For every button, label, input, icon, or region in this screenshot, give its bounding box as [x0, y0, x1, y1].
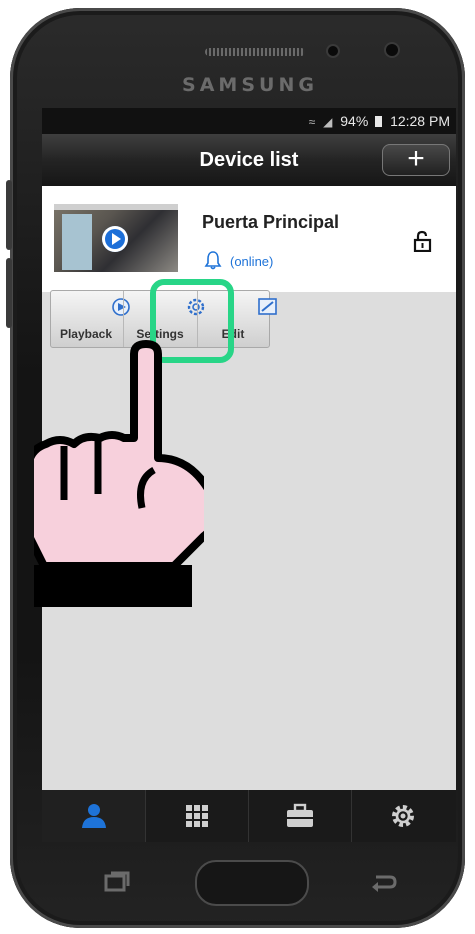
tab-settings[interactable]: [351, 790, 454, 842]
gear-icon: [392, 805, 414, 827]
camera-thumbnail[interactable]: [54, 204, 178, 272]
device-status: (online): [230, 254, 274, 269]
status-bar: ≈ ◢ 94% 12:28 PM: [42, 108, 456, 134]
power-button: [6, 258, 12, 328]
pointing-hand-icon: [34, 340, 204, 607]
clock: 12:28 PM: [390, 113, 450, 129]
home-button[interactable]: [195, 860, 309, 906]
edit-icon: [258, 298, 277, 315]
title-bar: Device list +: [42, 134, 456, 186]
playback-button[interactable]: Playback: [51, 291, 130, 347]
tab-briefcase[interactable]: [248, 790, 351, 842]
battery-icon: [375, 116, 383, 127]
volume-button: [6, 180, 12, 250]
play-icon[interactable]: [102, 226, 128, 252]
add-device-button[interactable]: +: [382, 144, 450, 176]
wifi-icon: ≈: [308, 115, 316, 129]
person-icon: [81, 804, 106, 828]
bell-icon[interactable]: [204, 250, 222, 270]
unlock-icon[interactable]: [412, 230, 434, 252]
front-camera: [386, 44, 398, 56]
signal-icon: ◢: [323, 115, 333, 129]
device-name: Puerta Principal: [202, 212, 340, 232]
tab-grid[interactable]: [145, 790, 248, 842]
playback-label: Playback: [59, 327, 113, 341]
proximity-sensor: [328, 46, 338, 56]
bottom-tab-bar: [42, 790, 456, 842]
battery-level: 94%: [340, 113, 369, 129]
tab-devices[interactable]: [42, 790, 145, 842]
device-list-item[interactable]: Puerta Principal (online): [42, 186, 456, 292]
recent-apps-icon[interactable]: [102, 870, 132, 894]
earpiece-speaker: [205, 48, 305, 56]
briefcase-icon: [287, 803, 313, 827]
back-icon[interactable]: [368, 870, 398, 894]
brand-logo: SAMSUNG: [182, 74, 318, 96]
grid-icon: [186, 805, 208, 827]
